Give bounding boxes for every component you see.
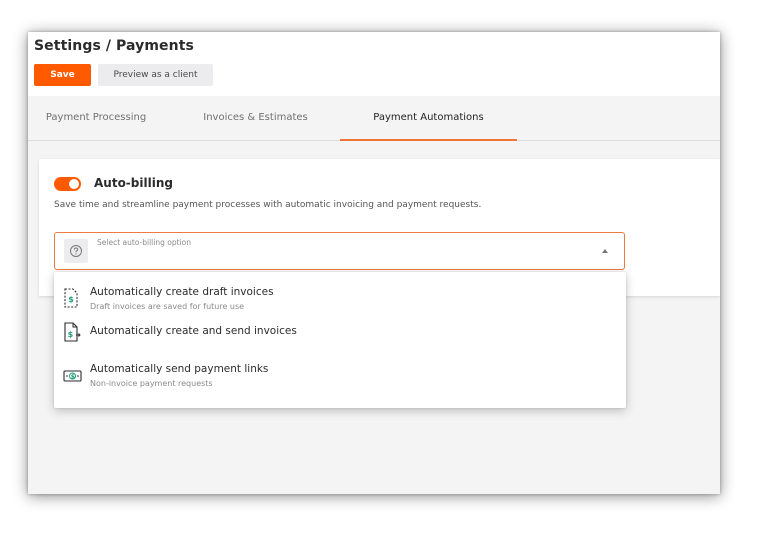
auto-billing-dropdown: $ Automatically create draft invoices Dr… bbox=[54, 272, 626, 408]
select-placeholder: Select auto-billing option bbox=[97, 238, 191, 247]
option-title: Automatically send payment links bbox=[90, 363, 269, 375]
auto-billing-title: Auto-billing bbox=[94, 176, 173, 190]
option-subtitle: Draft invoices are saved for future use bbox=[90, 302, 245, 311]
payment-link-icon: $ bbox=[63, 368, 83, 387]
page-header: Settings / Payments Save Preview as a cl… bbox=[28, 32, 720, 96]
option-title: Automatically create and send invoices bbox=[90, 325, 297, 337]
preview-as-client-button[interactable]: Preview as a client bbox=[98, 64, 213, 86]
svg-text:$: $ bbox=[68, 295, 74, 304]
option-send-payment-links[interactable]: $ Automatically send payment links Non-i… bbox=[54, 358, 626, 402]
tab-payment-automations[interactable]: Payment Automations bbox=[340, 96, 517, 141]
auto-billing-description: Save time and streamline payment process… bbox=[54, 200, 482, 210]
option-subtitle: Non-invoice payment requests bbox=[90, 379, 213, 388]
app-window: Settings / Payments Save Preview as a cl… bbox=[28, 32, 720, 494]
save-button[interactable]: Save bbox=[34, 64, 91, 86]
draft-invoice-icon: $ bbox=[63, 288, 79, 312]
tab-invoices-estimates[interactable]: Invoices & Estimates bbox=[188, 96, 323, 141]
page-title: Settings / Payments bbox=[34, 38, 194, 54]
option-title: Automatically create draft invoices bbox=[90, 286, 274, 298]
auto-billing-select[interactable]: Select auto-billing option bbox=[54, 232, 625, 270]
svg-text:$: $ bbox=[71, 373, 75, 380]
toggle-knob bbox=[69, 179, 79, 189]
caret-up-icon bbox=[602, 249, 608, 253]
svg-text:$: $ bbox=[68, 330, 74, 339]
tab-payment-processing[interactable]: Payment Processing bbox=[28, 96, 164, 141]
auto-billing-toggle[interactable] bbox=[54, 177, 81, 191]
option-draft-invoices[interactable]: $ Automatically create draft invoices Dr… bbox=[54, 278, 626, 322]
settings-tabs: Payment Processing Invoices & Estimates … bbox=[28, 96, 720, 141]
question-circle-icon bbox=[64, 239, 88, 263]
send-invoice-icon: $ bbox=[63, 322, 81, 346]
